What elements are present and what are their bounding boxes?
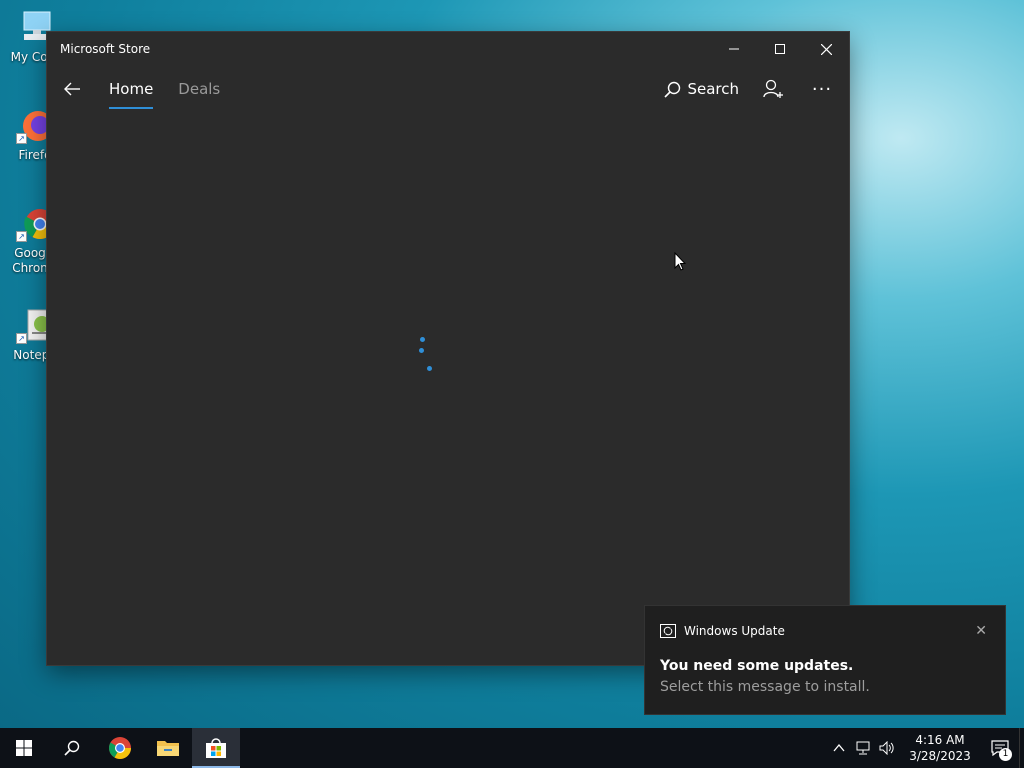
- loading-spinner: [417, 332, 437, 372]
- notification-title: You need some updates.: [660, 658, 854, 674]
- microsoft-store-icon: [206, 738, 226, 758]
- minimize-icon: [729, 48, 739, 50]
- clock-date: 3/28/2023: [909, 749, 971, 763]
- windows-update-icon: [660, 624, 676, 638]
- window-titlebar[interactable]: Microsoft Store: [47, 32, 849, 66]
- search-icon: [664, 81, 681, 98]
- network-icon: [856, 741, 870, 755]
- taskbar-chrome-button[interactable]: [96, 728, 144, 768]
- search-icon: [64, 740, 80, 756]
- start-button[interactable]: [0, 728, 48, 768]
- mouse-cursor-icon: [674, 251, 687, 275]
- taskbar-clock[interactable]: 4:16 AM 3/28/2023: [905, 732, 975, 764]
- back-button[interactable]: [48, 66, 96, 112]
- system-tray: 4:16 AM 3/28/2023 1: [827, 728, 1024, 768]
- file-explorer-icon: [157, 741, 179, 756]
- notification-count-badge: 1: [999, 748, 1012, 761]
- volume-button[interactable]: [875, 728, 899, 768]
- network-button[interactable]: [851, 728, 875, 768]
- search-label: Search: [687, 80, 739, 98]
- maximize-icon: [775, 44, 785, 54]
- start-icon: [16, 740, 32, 756]
- close-button[interactable]: [803, 32, 849, 66]
- taskbar-file-explorer-button[interactable]: [144, 728, 192, 768]
- speaker-icon: [879, 741, 894, 755]
- action-center-button[interactable]: 1: [981, 728, 1019, 768]
- taskbar: 4:16 AM 3/28/2023 1: [0, 728, 1024, 768]
- close-icon: [820, 43, 832, 55]
- taskbar-microsoft-store-button[interactable]: [192, 728, 240, 768]
- notification-message: Select this message to install.: [660, 679, 870, 695]
- more-options-button[interactable]: ···: [807, 79, 837, 100]
- spinner-dot: [427, 366, 432, 371]
- back-arrow-icon: [64, 82, 80, 96]
- notification-close-button[interactable]: ✕: [975, 623, 987, 639]
- spinner-dot: [419, 348, 424, 353]
- show-hidden-icons-button[interactable]: [827, 728, 851, 768]
- windows-update-notification[interactable]: Windows Update ✕ You need some updates. …: [644, 605, 1006, 715]
- tab-home[interactable]: Home: [109, 66, 154, 112]
- shortcut-arrow-icon: ↗: [16, 333, 27, 344]
- window-title: Microsoft Store: [60, 42, 151, 56]
- minimize-button[interactable]: [711, 32, 757, 66]
- maximize-button[interactable]: [757, 32, 803, 66]
- chevron-up-icon: [833, 744, 845, 752]
- notification-header: Windows Update: [660, 624, 785, 638]
- spinner-dot: [420, 337, 425, 342]
- notification-app-name: Windows Update: [684, 624, 785, 638]
- taskbar-search-button[interactable]: [48, 728, 96, 768]
- account-button[interactable]: [759, 74, 789, 104]
- add-user-icon: [763, 79, 783, 98]
- chrome-icon: [109, 737, 131, 759]
- show-desktop-button[interactable]: [1019, 728, 1024, 768]
- shortcut-arrow-icon: ↗: [16, 133, 27, 144]
- shortcut-arrow-icon: ↗: [16, 231, 27, 242]
- search-button[interactable]: Search: [664, 80, 739, 98]
- store-navbar: Home Deals Search ···: [47, 66, 849, 112]
- clock-time: 4:16 AM: [915, 733, 965, 747]
- microsoft-store-window: Microsoft Store Home Deals Search ···: [47, 32, 849, 665]
- tab-deals[interactable]: Deals: [178, 66, 220, 112]
